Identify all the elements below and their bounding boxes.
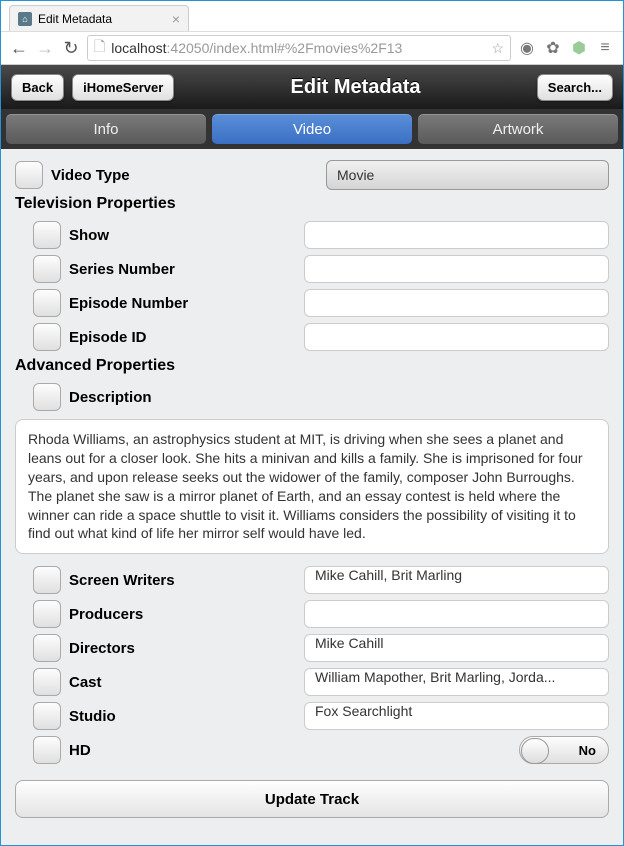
file-icon: 🗋 (94, 36, 105, 60)
app-header: Back iHomeServer Edit Metadata Search... (1, 65, 623, 109)
cast-input[interactable]: William Mapother, Brit Marling, Jorda... (304, 668, 609, 696)
address-bar[interactable]: 🗋 localhost:42050/index.html#%2Fmovies%2… (87, 35, 511, 61)
nav-forward-button[interactable]: → (35, 38, 55, 59)
screenwriters-checkbox[interactable] (33, 566, 61, 594)
producers-checkbox[interactable] (33, 600, 61, 628)
series-number-input[interactable] (304, 255, 609, 283)
menu-icon[interactable]: ≡ (595, 39, 615, 57)
episode-id-checkbox[interactable] (33, 323, 61, 351)
producers-input[interactable] (304, 600, 609, 628)
video-type-select[interactable]: Movie (326, 160, 609, 190)
show-checkbox[interactable] (33, 221, 61, 249)
hd-checkbox[interactable] (33, 736, 61, 764)
directors-input[interactable]: Mike Cahill (304, 634, 609, 662)
tab-video[interactable]: Video (211, 113, 413, 145)
reload-button[interactable]: ↻ (61, 38, 81, 59)
browser-tab[interactable]: ⌂ Edit Metadata × (9, 5, 189, 31)
episode-number-input[interactable] (304, 289, 609, 317)
back-button[interactable]: Back (11, 74, 64, 101)
star-icon[interactable]: ☆ (491, 40, 504, 57)
series-number-checkbox[interactable] (33, 255, 61, 283)
window: ⌂ Edit Metadata × ← → ↻ 🗋 localhost:4205… (0, 0, 624, 846)
cast-label: Cast (69, 674, 304, 691)
description-label: Description (69, 389, 304, 406)
episode-number-label: Episode Number (69, 295, 304, 312)
directors-label: Directors (69, 640, 304, 657)
search-button[interactable]: Search... (537, 74, 613, 101)
video-type-label: Video Type (51, 167, 286, 184)
series-number-label: Series Number (69, 261, 304, 278)
description-checkbox[interactable] (33, 383, 61, 411)
episode-id-label: Episode ID (69, 329, 304, 346)
url-rest: :42050/index.html#%2Fmovies%2F13 (167, 40, 403, 56)
hd-toggle[interactable]: No (519, 736, 609, 764)
directors-checkbox[interactable] (33, 634, 61, 662)
home-icon: ⌂ (18, 12, 32, 26)
video-type-checkbox[interactable] (15, 161, 43, 189)
screenwriters-input[interactable]: Mike Cahill, Brit Marling (304, 566, 609, 594)
content-area: Video Type Movie Television Properties S… (1, 149, 623, 845)
main-tabs: Info Video Artwork (1, 109, 623, 149)
settings-icon[interactable]: ✿ (543, 38, 563, 58)
screenwriters-label: Screen Writers (69, 572, 304, 589)
omnilog-icon[interactable]: ◉ (517, 38, 537, 58)
cast-checkbox[interactable] (33, 668, 61, 696)
hd-label: HD (69, 742, 304, 759)
tab-info[interactable]: Info (5, 113, 207, 145)
browser-tabs: ⌂ Edit Metadata × (1, 1, 623, 31)
studio-input[interactable]: Fox Searchlight (304, 702, 609, 730)
url-host: localhost (111, 40, 166, 56)
studio-checkbox[interactable] (33, 702, 61, 730)
advanced-properties-header: Advanced Properties (15, 357, 609, 375)
close-icon[interactable]: × (172, 11, 180, 27)
update-track-button[interactable]: Update Track (15, 780, 609, 818)
browser-toolbar: ← → ↻ 🗋 localhost:42050/index.html#%2Fmo… (1, 31, 623, 65)
show-input[interactable] (304, 221, 609, 249)
tv-properties-header: Television Properties (15, 195, 609, 213)
episode-id-input[interactable] (304, 323, 609, 351)
page-title: Edit Metadata (182, 76, 529, 99)
android-icon[interactable]: ⬢ (569, 38, 589, 58)
tab-artwork[interactable]: Artwork (417, 113, 619, 145)
description-textarea[interactable]: Rhoda Williams, an astrophysics student … (15, 419, 609, 554)
tab-title: Edit Metadata (38, 12, 112, 26)
show-label: Show (69, 227, 304, 244)
episode-number-checkbox[interactable] (33, 289, 61, 317)
nav-back-button[interactable]: ← (9, 38, 29, 59)
ihomeserver-button[interactable]: iHomeServer (72, 74, 174, 101)
studio-label: Studio (69, 708, 304, 725)
producers-label: Producers (69, 606, 304, 623)
